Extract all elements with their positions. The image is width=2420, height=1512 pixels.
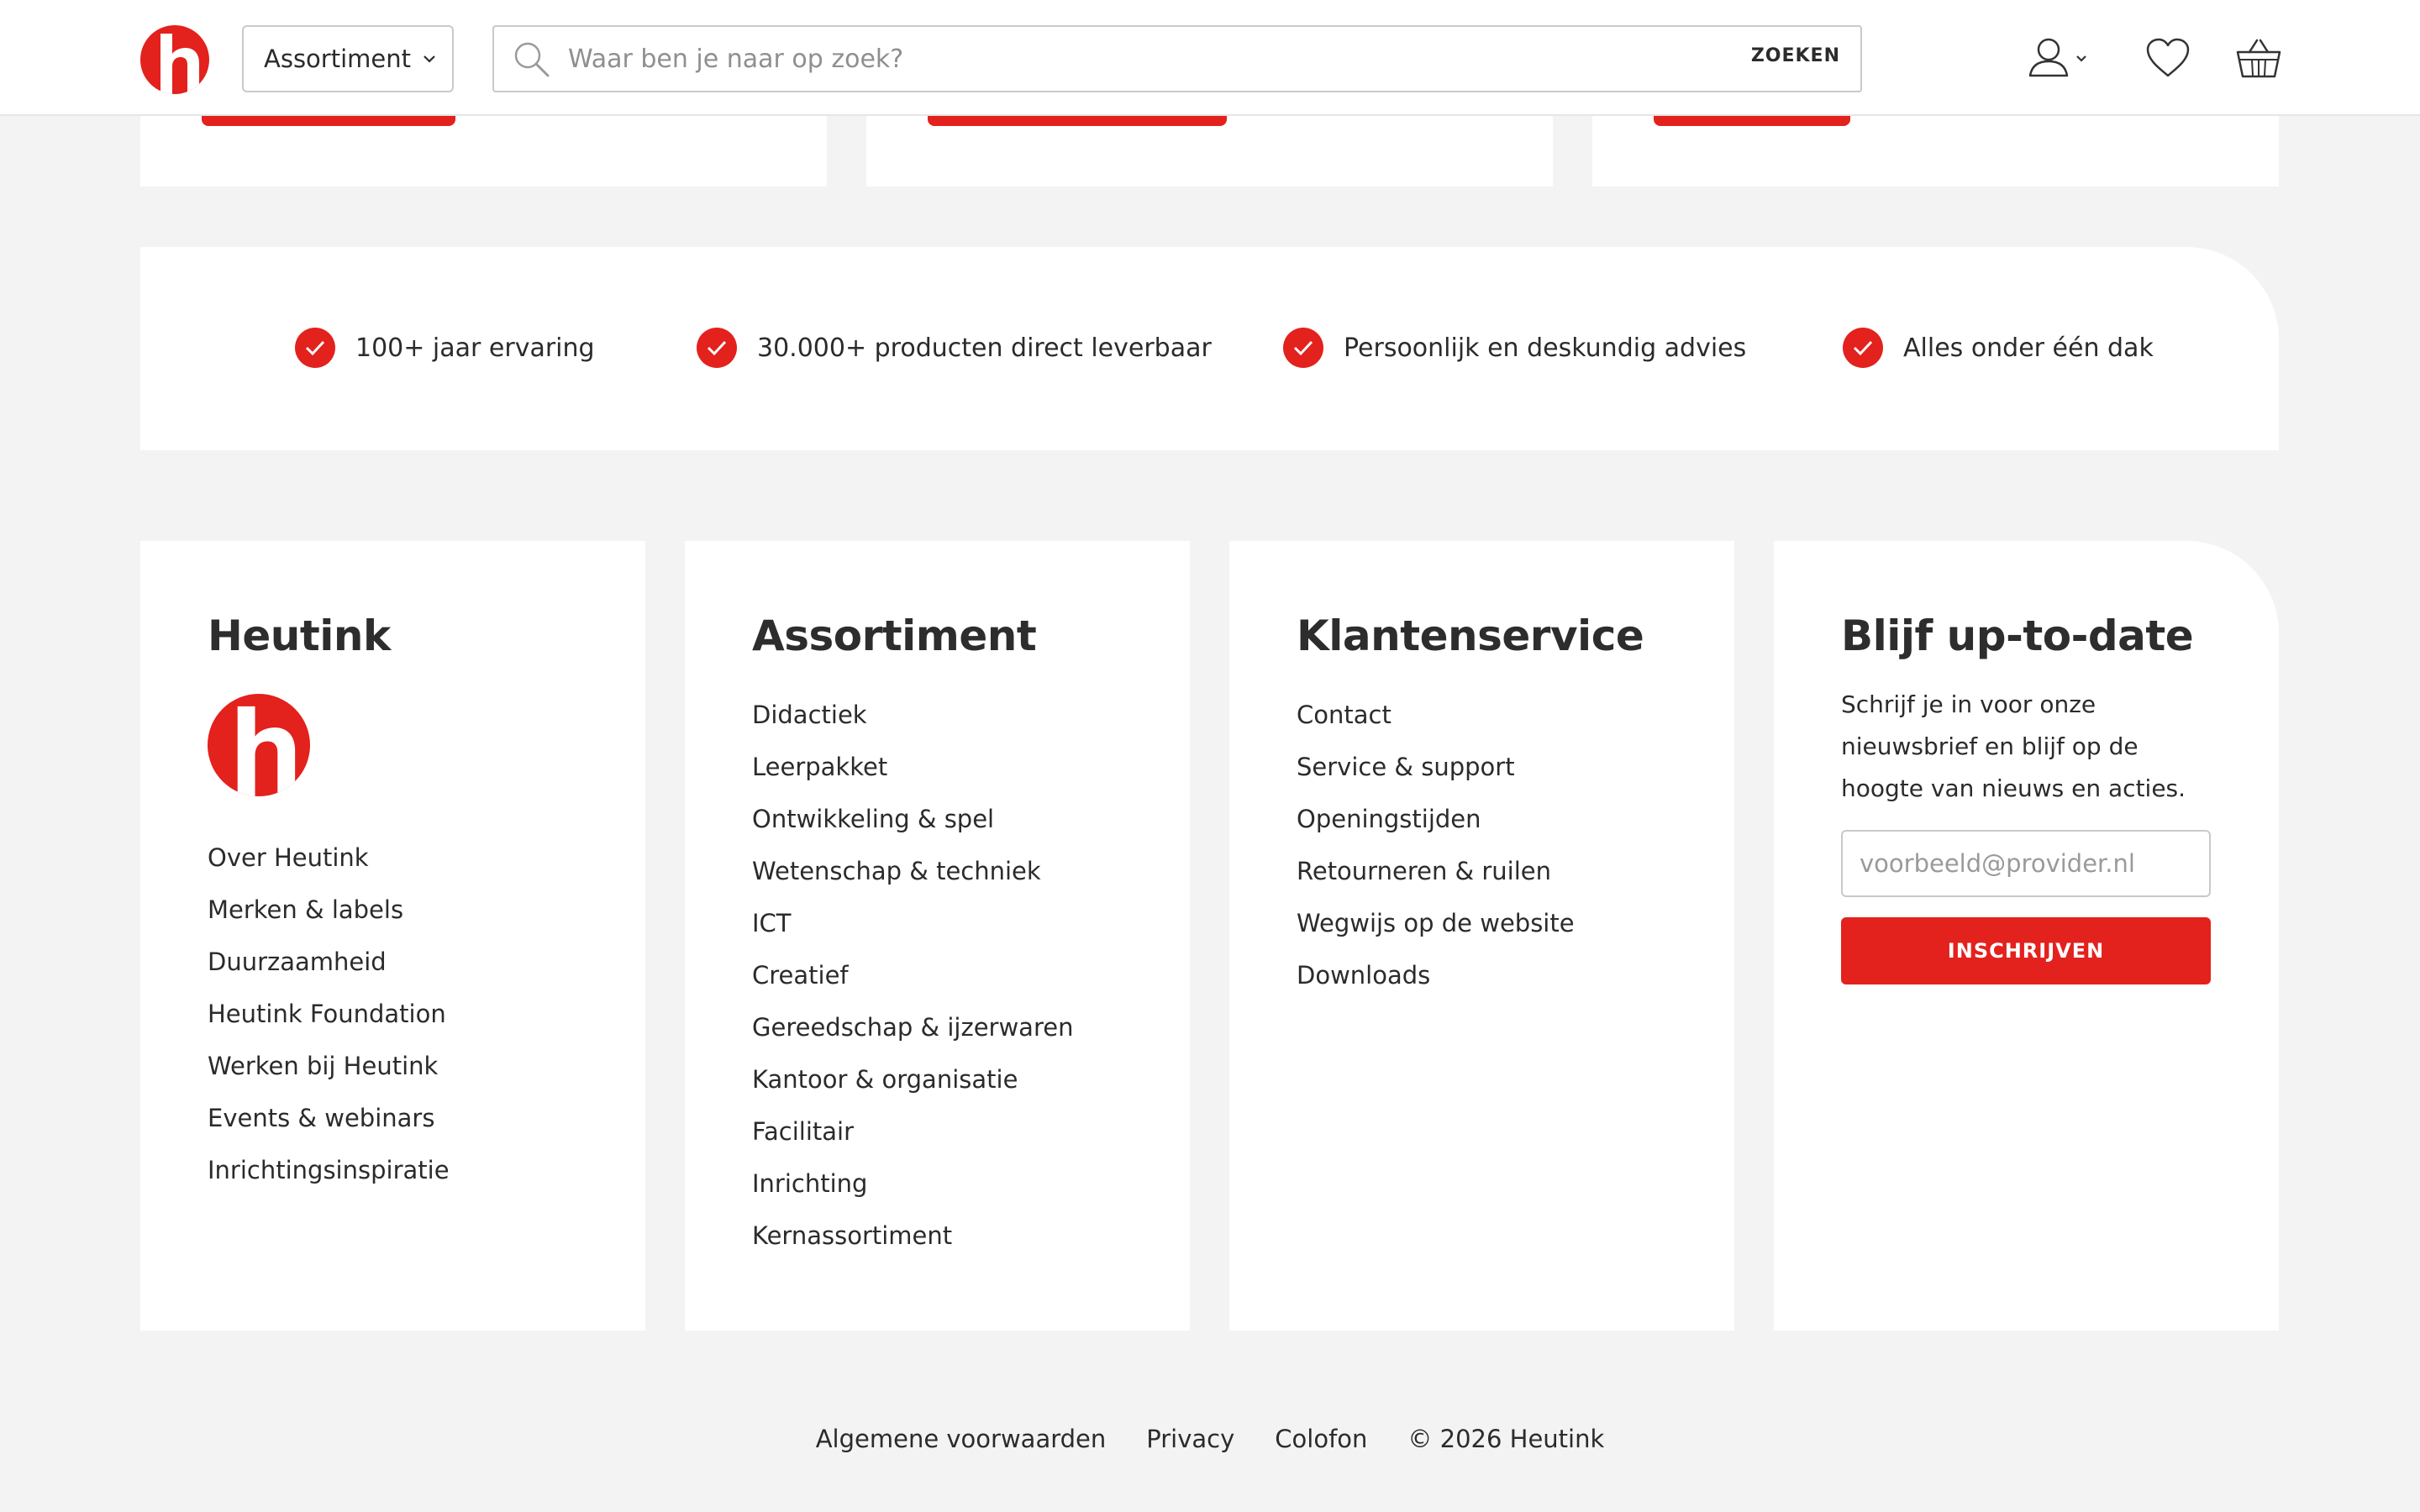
footer-link-service-support[interactable]: Service & support xyxy=(1297,741,1575,793)
usp-label: 100+ jaar ervaring xyxy=(355,333,595,363)
footer-link-retourneren-ruilen[interactable]: Retourneren & ruilen xyxy=(1297,845,1575,897)
check-icon xyxy=(697,328,737,368)
footer-link-downloads[interactable]: Downloads xyxy=(1297,949,1575,1001)
check-icon xyxy=(1283,328,1323,368)
footer-link-ontwikkeling-spel[interactable]: Ontwikkeling & spel xyxy=(752,793,1073,845)
footer-column-newsletter: Blijf up-to-date Schrijf je in voor onze… xyxy=(1774,541,2279,1331)
footer-link-inrichtingsinspiratie[interactable]: Inrichtingsinspiratie xyxy=(208,1144,450,1196)
footer-link-inrichting[interactable]: Inrichting xyxy=(752,1158,1073,1210)
footer-heading: Assortiment xyxy=(752,612,1037,660)
footer-column-assortiment: Assortiment Didactiek Leerpakket Ontwikk… xyxy=(685,541,1190,1331)
bottom-link-algemene-voorwaarden[interactable]: Algemene voorwaarden xyxy=(816,1425,1107,1453)
newsletter-email-input[interactable] xyxy=(1841,830,2211,897)
footer-link-list: Didactiek Leerpakket Ontwikkeling & spel… xyxy=(752,689,1073,1262)
footer-link-kantoor-organisatie[interactable]: Kantoor & organisatie xyxy=(752,1053,1073,1105)
footer-link-duurzaamheid[interactable]: Duurzaamheid xyxy=(208,936,450,988)
footer-column-heutink: Heutink Over Heutink Merken & labels Duu… xyxy=(140,541,645,1331)
usp-item: 100+ jaar ervaring xyxy=(295,328,595,368)
bottom-link-colofon[interactable]: Colofon xyxy=(1275,1425,1367,1453)
footer-link-list: Contact Service & support Openingstijden… xyxy=(1297,689,1575,1001)
footer-link-list: Over Heutink Merken & labels Duurzaamhei… xyxy=(208,832,450,1196)
footer-link-openingstijden[interactable]: Openingstijden xyxy=(1297,793,1575,845)
footer-link-contact[interactable]: Contact xyxy=(1297,689,1575,741)
copyright: © 2026 Heutink xyxy=(1407,1425,1605,1453)
user-icon[interactable] xyxy=(2027,35,2094,84)
assortment-dropdown-button[interactable]: Assortiment xyxy=(242,25,454,92)
search-bar: ZOEKEN xyxy=(492,25,1862,92)
footer-link-ict[interactable]: ICT xyxy=(752,897,1073,949)
footer-heading: Blijf up-to-date xyxy=(1841,612,2194,660)
usp-item: Alles onder één dak xyxy=(1843,328,2154,368)
usp-label: 30.000+ producten direct leverbaar xyxy=(757,333,1212,363)
search-input[interactable] xyxy=(568,39,1660,79)
footer-link-gereedschap-ijzerwaren[interactable]: Gereedschap & ijzerwaren xyxy=(752,1001,1073,1053)
chevron-down-icon xyxy=(423,55,436,63)
check-icon xyxy=(295,328,335,368)
footer-heading: Heutink xyxy=(208,612,391,660)
search-icon[interactable] xyxy=(513,40,551,82)
heutink-logo[interactable] xyxy=(140,25,209,94)
usp-label: Alles onder één dak xyxy=(1903,333,2154,363)
footer-link-werken-bij-heutink[interactable]: Werken bij Heutink xyxy=(208,1040,450,1092)
usp-item: Persoonlijk en deskundig advies xyxy=(1283,328,1746,368)
usp-bar: 100+ jaar ervaring 30.000+ producten dir… xyxy=(140,247,2279,450)
newsletter-description: Schrijf je in voor onze nieuwsbrief en b… xyxy=(1841,690,2186,802)
basket-icon[interactable] xyxy=(2235,37,2282,84)
site-header: Assortiment ZOEKEN xyxy=(0,0,2420,116)
footer-link-wetenschap-techniek[interactable]: Wetenschap & techniek xyxy=(752,845,1073,897)
usp-label: Persoonlijk en deskundig advies xyxy=(1344,333,1747,363)
footer-link-events-webinars[interactable]: Events & webinars xyxy=(208,1092,450,1144)
footer-link-creatief[interactable]: Creatief xyxy=(752,949,1073,1001)
footer-link-merken-labels[interactable]: Merken & labels xyxy=(208,884,450,936)
footer-link-facilitair[interactable]: Facilitair xyxy=(752,1105,1073,1158)
footer-heading: Klantenservice xyxy=(1297,612,1644,660)
footer-link-leerpakket[interactable]: Leerpakket xyxy=(752,741,1073,793)
footer-column-klantenservice: Klantenservice Contact Service & support… xyxy=(1229,541,1734,1331)
footer-link-kernassortiment[interactable]: Kernassortiment xyxy=(752,1210,1073,1262)
footer-link-over-heutink[interactable]: Over Heutink xyxy=(208,832,450,884)
footer-link-didactiek[interactable]: Didactiek xyxy=(752,689,1073,741)
assortment-dropdown-label: Assortiment xyxy=(264,45,411,73)
heart-icon[interactable] xyxy=(2144,37,2191,82)
newsletter-subscribe-button[interactable]: INSCHRIJVEN xyxy=(1841,917,2211,984)
footer-link-wegwijs[interactable]: Wegwijs op de website xyxy=(1297,897,1575,949)
usp-item: 30.000+ producten direct leverbaar xyxy=(697,328,1212,368)
footer-bottom-links: Algemene voorwaarden Privacy Colofon © 2… xyxy=(0,1425,2420,1453)
search-button[interactable]: ZOEKEN xyxy=(1751,45,1840,66)
footer-link-heutink-foundation[interactable]: Heutink Foundation xyxy=(208,988,450,1040)
bottom-link-privacy[interactable]: Privacy xyxy=(1146,1425,1234,1453)
heutink-logo xyxy=(208,694,310,796)
check-icon xyxy=(1843,328,1883,368)
